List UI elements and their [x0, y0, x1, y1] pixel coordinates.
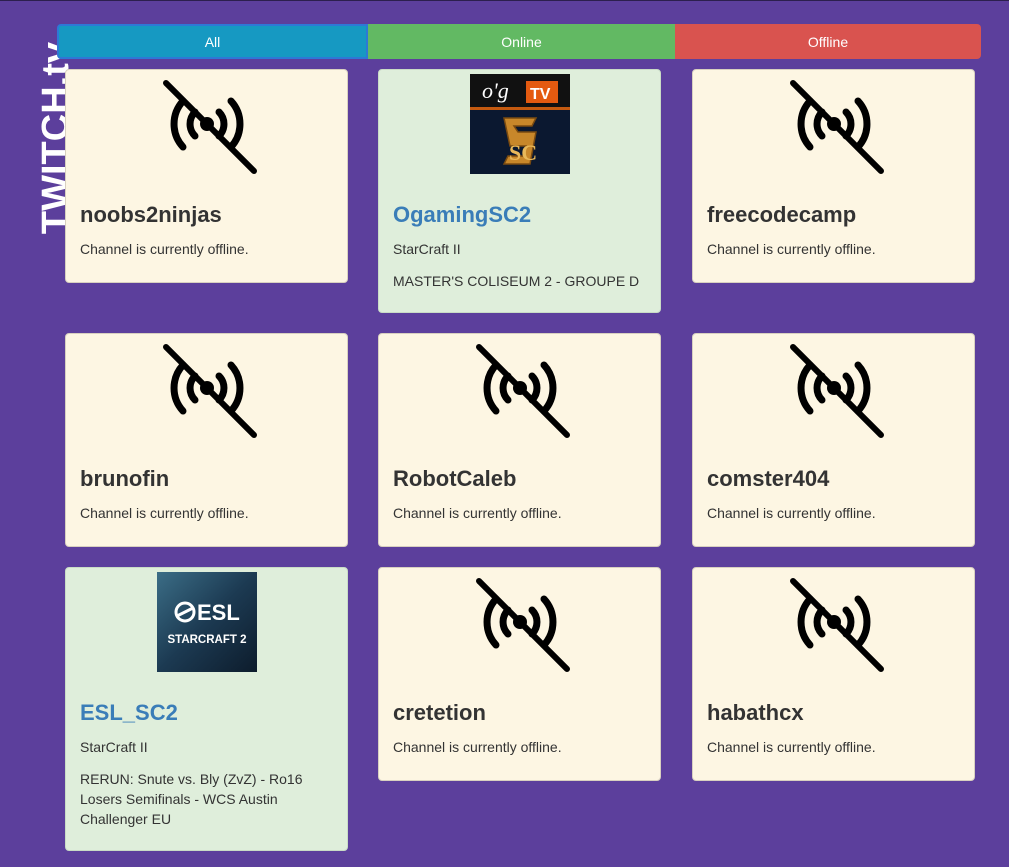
channel-card-esl-sc2[interactable]: ESL STARCRAFT 2 ESL_SC2 StarCraft II RER…	[65, 567, 348, 851]
offline-message: Channel is currently offline.	[707, 505, 876, 521]
channel-game: StarCraft II	[393, 241, 461, 257]
channel-name[interactable]: cretetion	[393, 700, 486, 726]
channel-card-freecodecamp[interactable]: freecodecamp Channel is currently offlin…	[692, 69, 975, 283]
channel-card-habathcx[interactable]: habathcx Channel is currently offline.	[692, 567, 975, 781]
offline-message: Channel is currently offline.	[707, 241, 876, 257]
stream-title: RERUN: Snute vs. Bly (ZvZ) - Ro16 Losers…	[80, 771, 303, 827]
channel-card-robotcaleb[interactable]: RobotCaleb Channel is currently offline.	[378, 333, 661, 547]
channel-card-cretetion[interactable]: cretetion Channel is currently offline.	[378, 567, 661, 781]
channel-name[interactable]: freecodecamp	[707, 202, 856, 228]
offline-message: Channel is currently offline.	[707, 739, 876, 755]
logo-starcraft-text: STARCRAFT 2	[167, 634, 246, 646]
filter-offline-button[interactable]: Offline	[675, 24, 981, 59]
channel-card-ogamingsc2[interactable]: o'g TV SC OgamingSC2 StarCraft II MASTER…	[378, 69, 661, 313]
stream-title: MASTER'S COLISEUM 2 - GROUPE D	[393, 273, 640, 289]
channel-name[interactable]: habathcx	[707, 700, 804, 726]
channel-name[interactable]: RobotCaleb	[393, 466, 516, 492]
channel-game: StarCraft II	[80, 739, 148, 755]
logo-og-text: o'g	[482, 78, 509, 103]
channel-name[interactable]: ESL_SC2	[80, 700, 178, 726]
no-signal-icon	[470, 338, 570, 438]
offline-message: Channel is currently offline.	[393, 505, 562, 521]
no-signal-icon	[157, 338, 257, 438]
channel-name[interactable]: OgamingSC2	[393, 202, 531, 228]
channel-card-brunofin[interactable]: brunofin Channel is currently offline.	[65, 333, 348, 547]
no-signal-icon	[470, 572, 570, 672]
logo-tv-text: TV	[530, 86, 551, 103]
channel-logo-ogamingsc2: o'g TV SC	[470, 74, 570, 174]
offline-message: Channel is currently offline.	[80, 241, 249, 257]
twitch-app: TWITCH.tv All Online Offline noobs2ninja…	[0, 0, 1009, 867]
channel-logo-esl-sc2: ESL STARCRAFT 2	[157, 572, 257, 672]
logo-sc-text: SC	[509, 140, 537, 165]
no-signal-icon	[784, 74, 884, 174]
no-signal-icon	[784, 338, 884, 438]
status-filter-bar: All Online Offline	[57, 24, 981, 59]
channel-card-comster404[interactable]: comster404 Channel is currently offline.	[692, 333, 975, 547]
channel-name[interactable]: noobs2ninjas	[80, 202, 222, 228]
top-border	[0, 0, 1009, 1]
channel-name[interactable]: brunofin	[80, 466, 169, 492]
channel-card-noobs2ninjas[interactable]: noobs2ninjas Channel is currently offlin…	[65, 69, 348, 283]
channel-name[interactable]: comster404	[707, 466, 829, 492]
no-signal-icon	[784, 572, 884, 672]
filter-online-button[interactable]: Online	[368, 24, 675, 59]
offline-message: Channel is currently offline.	[393, 739, 562, 755]
offline-message: Channel is currently offline.	[80, 505, 249, 521]
logo-esl-text: ESL	[197, 600, 240, 625]
no-signal-icon	[157, 74, 257, 174]
filter-all-button[interactable]: All	[57, 24, 368, 59]
